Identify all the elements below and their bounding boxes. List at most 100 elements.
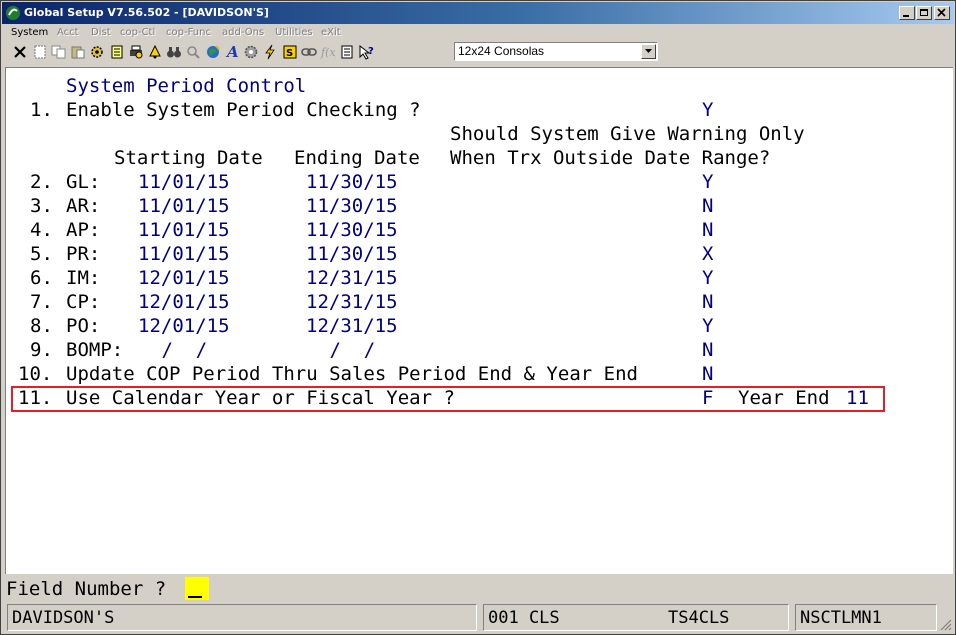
minimize-button[interactable] — [899, 6, 915, 20]
period-row-warning-flag[interactable]: Y — [702, 266, 713, 290]
period-row-end-date[interactable]: 11/30/15 — [306, 218, 398, 242]
copy-icon[interactable] — [49, 42, 68, 61]
period-row-number: 9. — [30, 339, 53, 361]
close-button[interactable] — [934, 6, 950, 20]
period-row-code: PR: — [66, 243, 101, 265]
font-select[interactable]: 12x24 Consolas — [454, 42, 658, 61]
period-row-number: 4. — [30, 219, 53, 241]
period-row-warning-flag[interactable]: N — [702, 194, 713, 218]
terminal-screen: System Period Control 1. Enable System P… — [5, 67, 953, 574]
svg-text:?: ? — [368, 46, 374, 57]
field-prompt-bar: Field Number ? — [5, 576, 953, 601]
period-row-warning-flag[interactable]: N — [702, 290, 713, 314]
menu-add-ons[interactable]: add-Ons — [222, 26, 264, 40]
period-row-start-date[interactable]: / / — [150, 338, 207, 362]
menu-system[interactable]: System — [11, 26, 48, 40]
period-row-start-date[interactable]: 11/01/15 — [138, 242, 230, 266]
status-code: 001 CLS — [488, 608, 560, 628]
restore-icon — [920, 9, 928, 16]
function-icon[interactable]: S — [280, 42, 299, 61]
new-doc-icon[interactable] — [30, 42, 49, 61]
status-panel-company: DAVIDSON'S — [7, 604, 477, 631]
period-row-number: 3. — [30, 195, 53, 217]
period-row-warning-flag[interactable]: N — [702, 338, 713, 362]
option-10-number: 10. — [18, 363, 53, 385]
font-icon[interactable]: A — [222, 42, 241, 61]
menu-exit[interactable]: eXit — [321, 26, 341, 40]
period-row-end-date[interactable]: 11/30/15 — [306, 242, 398, 266]
settings-gear-icon[interactable] — [87, 42, 106, 61]
period-row-end-date[interactable]: 12/31/15 — [306, 266, 398, 290]
menu-cop-func[interactable]: cop-Func — [166, 26, 211, 40]
period-row-end-date[interactable]: 11/30/15 — [306, 170, 398, 194]
period-row-warning-flag[interactable]: Y — [702, 314, 713, 338]
period-row-start-date[interactable]: 12/01/15 — [138, 266, 230, 290]
period-row-end-date[interactable]: / / — [318, 338, 375, 362]
period-row-start-date[interactable]: 11/01/15 — [138, 194, 230, 218]
paste-icon[interactable] — [68, 42, 87, 61]
binoculars-icon[interactable] — [164, 42, 183, 61]
option-10-value[interactable]: N — [702, 362, 713, 386]
title-bar[interactable]: Global Setup V7.56.502 - [DAVIDSON'S] — [2, 2, 954, 24]
field-number-prompt: Field Number ? — [6, 578, 167, 600]
period-row-code: BOMP: — [66, 339, 124, 361]
bell-icon[interactable] — [145, 42, 164, 61]
help-pointer-icon[interactable]: ? — [356, 42, 375, 61]
notes-icon[interactable] — [107, 42, 126, 61]
period-row-number: 2. — [30, 171, 53, 193]
svg-text:A: A — [225, 44, 239, 60]
period-row-end-date[interactable]: 11/30/15 — [306, 194, 398, 218]
print-icon[interactable] — [126, 42, 145, 61]
status-server: TS4CLS — [668, 608, 730, 628]
column-header-start: Starting Date — [114, 147, 263, 169]
period-row-start-date[interactable]: 12/01/15 — [138, 314, 230, 338]
option-1-number: 1. — [30, 99, 53, 121]
period-row-number: 7. — [30, 291, 53, 313]
period-row-code: AP: — [66, 219, 101, 241]
menu-acct[interactable]: Acct — [57, 26, 79, 40]
menu-utilities[interactable]: Utilities — [275, 26, 313, 40]
list-icon[interactable] — [337, 42, 356, 61]
font-select-dropdown-button[interactable] — [641, 44, 656, 59]
close-icon — [937, 8, 946, 17]
link-icon[interactable] — [299, 42, 318, 61]
period-row-number: 6. — [30, 267, 53, 289]
restore-button[interactable] — [916, 6, 932, 20]
period-row-code: AR: — [66, 195, 101, 217]
svg-text:S: S — [286, 48, 293, 59]
period-row-start-date[interactable]: 11/01/15 — [138, 170, 230, 194]
search-icon[interactable] — [183, 42, 202, 61]
period-row-number: 5. — [30, 243, 53, 265]
period-row-end-date[interactable]: 12/31/15 — [306, 290, 398, 314]
resize-grip-icon[interactable] — [940, 619, 952, 631]
period-row-code: GL: — [66, 171, 101, 193]
text-cursor — [188, 596, 202, 598]
year-end-value[interactable]: 11 — [846, 386, 869, 410]
gear-icon[interactable] — [241, 42, 260, 61]
menu-dist[interactable]: Dist — [91, 26, 111, 40]
globe-icon[interactable] — [203, 42, 222, 61]
period-row-end-date[interactable]: 12/31/15 — [306, 314, 398, 338]
option-11-value[interactable]: F — [702, 386, 713, 410]
period-row-start-date[interactable]: 11/01/15 — [138, 218, 230, 242]
font-select-value: 12x24 Consolas — [458, 44, 545, 58]
status-program: NSCTLMN1 — [800, 608, 882, 628]
option-1-label: Enable System Period Checking ? — [66, 99, 421, 121]
fx-icon[interactable]: f(x) — [318, 42, 337, 61]
option-10-label: Update COP Period Thru Sales Period End … — [66, 363, 638, 385]
period-row-warning-flag[interactable]: N — [702, 218, 713, 242]
lightning-icon[interactable] — [260, 42, 279, 61]
menu-cop-ctl[interactable]: cop-Ctl — [120, 26, 155, 40]
status-bar: DAVIDSON'S 001 CLS TS4CLS NSCTLMN1 — [2, 603, 954, 633]
period-row-warning-flag[interactable]: Y — [702, 170, 713, 194]
period-row-start-date[interactable]: 12/01/15 — [138, 290, 230, 314]
option-1-value[interactable]: Y — [702, 98, 713, 122]
option-11-number: 11. — [18, 387, 53, 409]
close-x-icon[interactable] — [10, 42, 29, 61]
toolbar: A S f(x) ? 12x24 Consolas — [2, 41, 954, 63]
svg-text:f(x): f(x) — [320, 46, 336, 59]
chevron-down-icon — [645, 49, 652, 53]
period-row-warning-flag[interactable]: X — [702, 242, 713, 266]
period-row-code: IM: — [66, 267, 101, 289]
status-panel-session: 001 CLS TS4CLS — [483, 604, 789, 631]
